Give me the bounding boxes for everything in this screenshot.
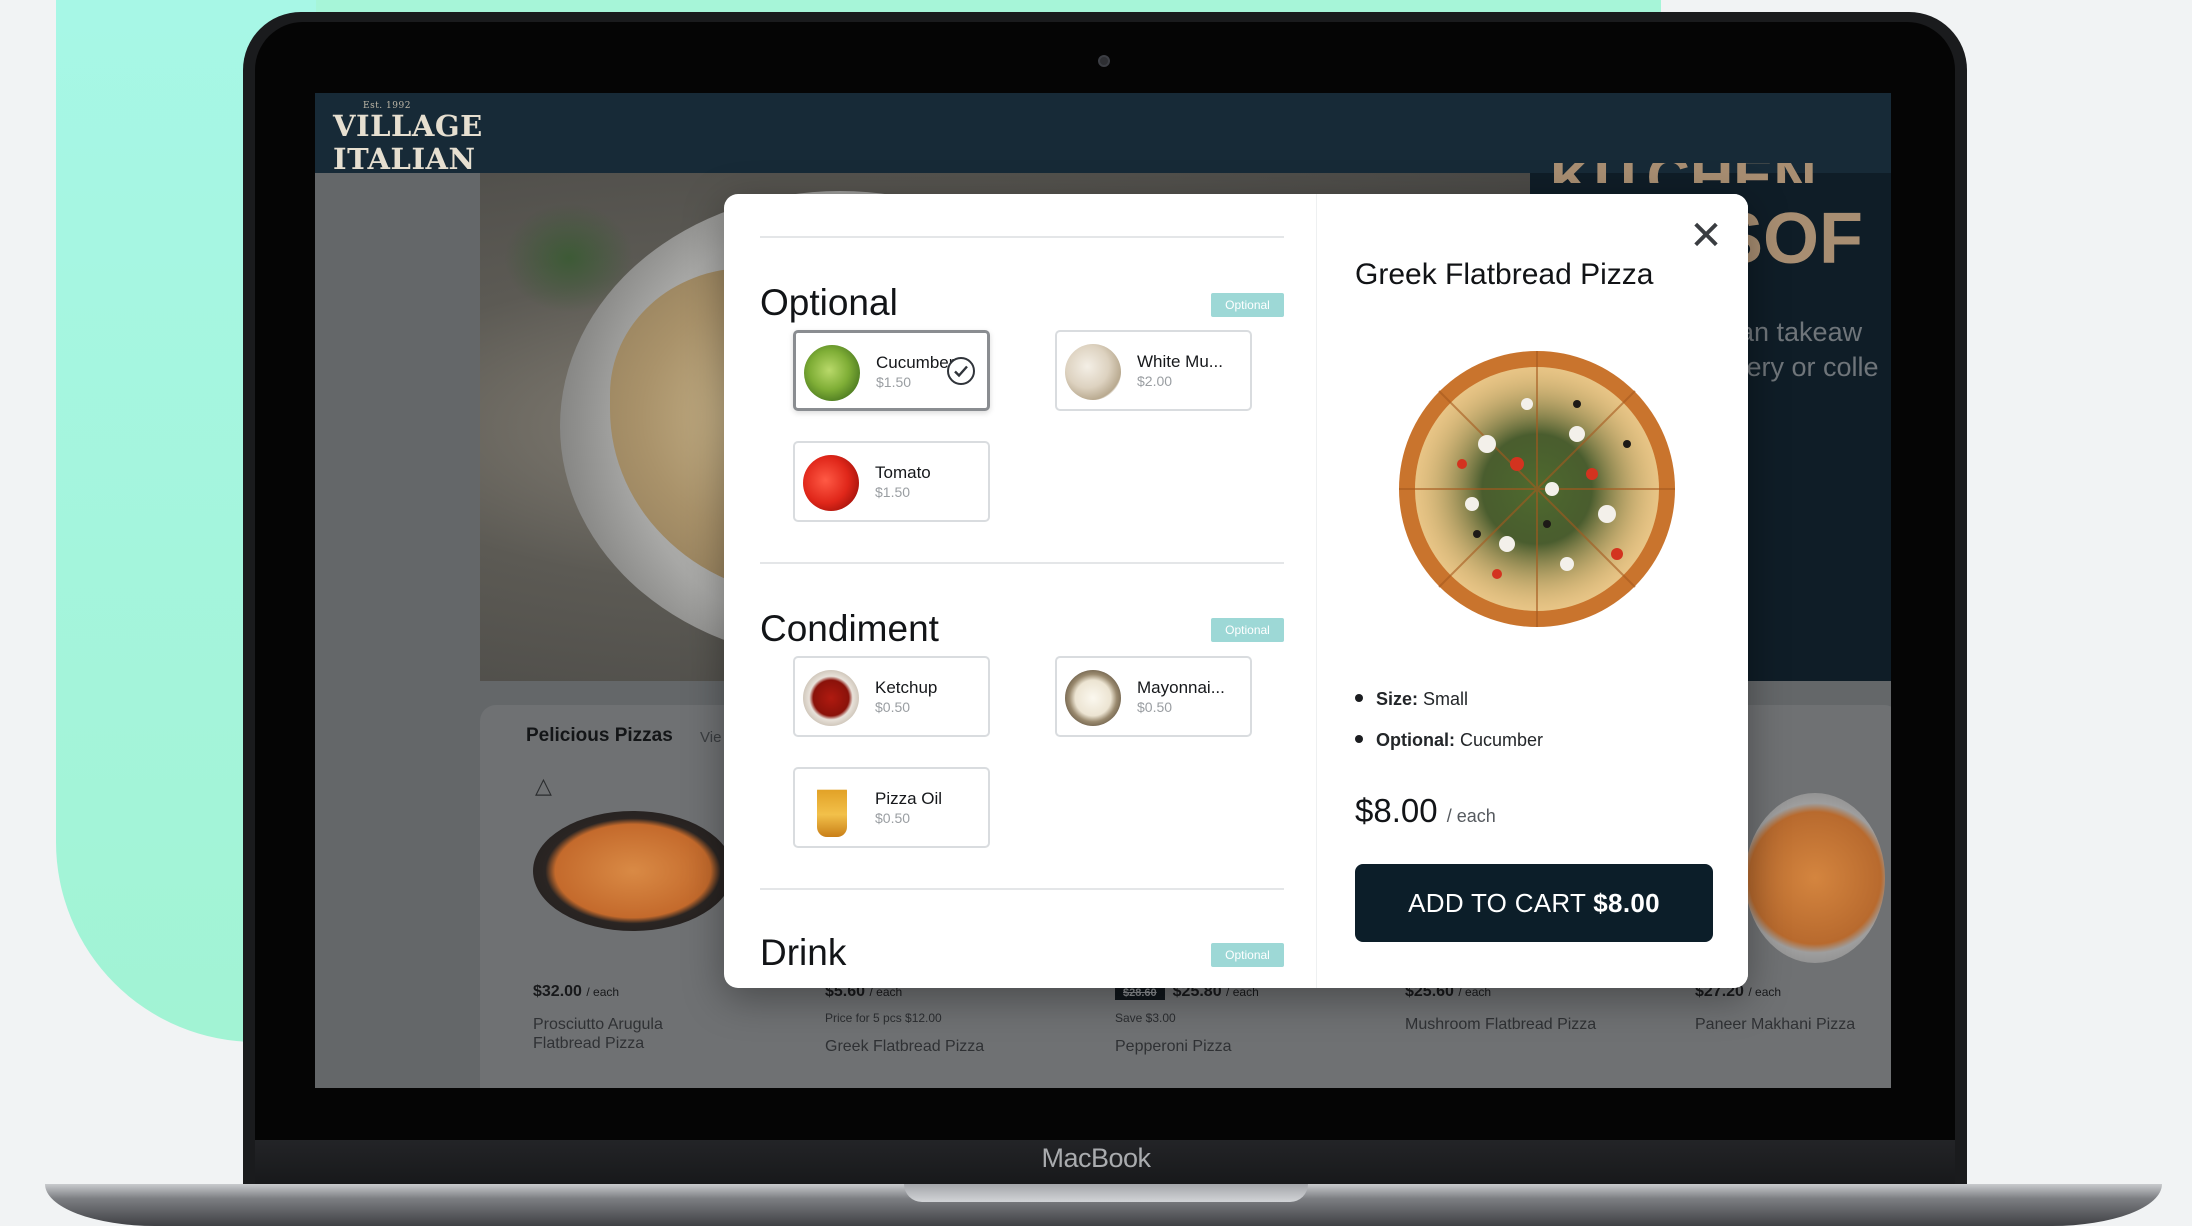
group-title-condiment: Condiment xyxy=(760,608,939,649)
option-tile-cucumber[interactable]: Cucumber $1.50 xyxy=(793,330,990,411)
product-options-modal: Optional Optional Cucumber $1.50 White M… xyxy=(724,194,1748,988)
card-name[interactable]: Greek Flatbread Pizza xyxy=(825,1037,1005,1056)
option-name: Cucumber xyxy=(876,353,955,372)
close-icon[interactable]: ✕ xyxy=(1687,216,1725,256)
section-divider xyxy=(760,888,1284,890)
site-header: Est. 1992 VILLAGE ITALIAN xyxy=(315,93,1891,176)
mayonnaise-icon xyxy=(1065,670,1121,726)
laptop-notch xyxy=(904,1184,1308,1202)
pizza-product-image xyxy=(1399,351,1675,627)
option-tile-white-mushroom[interactable]: White Mu... $2.00 xyxy=(1055,330,1252,411)
option-price: $0.50 xyxy=(1137,699,1173,715)
section-divider xyxy=(760,236,1284,238)
order-summary-panel: ✕ Greek Flatbread Pizza Size: Small Opti… xyxy=(1316,194,1748,988)
options-column: Optional Optional Cucumber $1.50 White M… xyxy=(724,194,1316,988)
card-name[interactable]: Pepperoni Pizza xyxy=(1115,1037,1295,1056)
section-divider xyxy=(760,562,1284,564)
ketchup-icon xyxy=(803,670,859,726)
option-tile-mayonnaise[interactable]: Mayonnai... $0.50 xyxy=(1055,656,1252,737)
optional-badge: Optional xyxy=(1211,293,1284,317)
option-tile-ketchup[interactable]: Ketchup $0.50 xyxy=(793,656,990,737)
optional-badge: Optional xyxy=(1211,943,1284,967)
price-unit: / each xyxy=(1446,806,1496,826)
mushroom-icon xyxy=(1065,344,1121,400)
card-price: $32.00 / each xyxy=(533,983,620,1000)
option-name: White Mu... xyxy=(1137,352,1223,371)
card-sub: Save $3.00 xyxy=(1115,1011,1176,1025)
tomato-icon xyxy=(803,455,859,511)
add-to-cart-button[interactable]: ADD TO CART $8.00 xyxy=(1355,864,1713,942)
option-price: $0.50 xyxy=(875,699,911,715)
logo-line-2: ITALIAN xyxy=(333,142,476,176)
hero-text-line-1: ian takeaw xyxy=(1733,317,1863,347)
optional-badge: Optional xyxy=(1211,618,1284,642)
old-price: $28.60 xyxy=(1115,986,1165,1000)
option-tile-pizza-oil[interactable]: Pizza Oil $0.50 xyxy=(793,767,990,848)
view-all-link[interactable]: Vie xyxy=(700,729,721,746)
option-price: $1.50 xyxy=(875,484,911,500)
spec-size: Size: Small xyxy=(1355,689,1468,710)
group-title-drink: Drink xyxy=(760,932,847,973)
check-icon xyxy=(947,357,975,385)
menu-section-title: Pelicious Pizzas xyxy=(526,725,673,746)
logo-line-1: VILLAGE xyxy=(333,109,483,143)
camera-icon xyxy=(1098,55,1110,67)
pizza-image[interactable] xyxy=(1745,793,1885,963)
card-name[interactable]: Paneer Makhani Pizza xyxy=(1695,1015,1875,1034)
site-logo[interactable]: Est. 1992 VILLAGE ITALIAN xyxy=(333,102,483,176)
option-name: Tomato xyxy=(875,463,931,482)
option-name: Pizza Oil xyxy=(875,789,943,808)
card-sub: Price for 5 pcs $12.00 xyxy=(825,1011,942,1025)
card-name[interactable]: Mushroom Flatbread Pizza xyxy=(1405,1015,1615,1034)
pizza-image[interactable] xyxy=(533,811,733,931)
option-price: $0.50 xyxy=(875,810,911,826)
serving-bell-icon: △ xyxy=(535,773,552,798)
cucumber-icon xyxy=(804,345,860,401)
option-name: Ketchup xyxy=(875,678,938,697)
option-price: $1.50 xyxy=(876,374,912,390)
hero-text-line-2: very or colle xyxy=(1733,352,1879,382)
option-tile-tomato[interactable]: Tomato $1.50 xyxy=(793,441,990,522)
product-price: $8.00 / each xyxy=(1355,792,1496,829)
option-name: Mayonnai... xyxy=(1137,678,1225,697)
group-title-optional: Optional xyxy=(760,282,898,323)
oil-bottle-icon xyxy=(817,781,847,837)
hero-text: ian takeaw very or colle xyxy=(1733,315,1879,385)
laptop-brand-label: MacBook xyxy=(1041,1143,1151,1173)
hero-title-top: KITCHEN xyxy=(1550,163,1817,183)
product-title: Greek Flatbread Pizza xyxy=(1355,258,1654,291)
option-price: $2.00 xyxy=(1137,373,1173,389)
card-name[interactable]: Prosciutto Arugula Flatbread Pizza xyxy=(533,1015,683,1053)
spec-optional: Optional: Cucumber xyxy=(1355,730,1543,751)
